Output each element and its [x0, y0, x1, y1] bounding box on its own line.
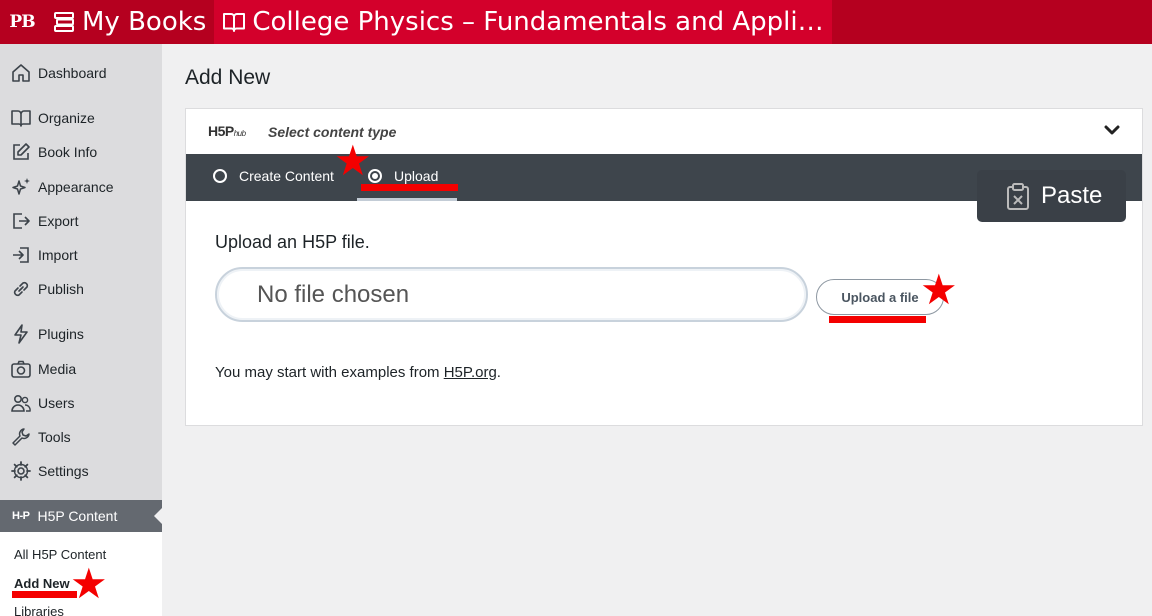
sidebar-item-h5p-content[interactable]: H-P H5P Content — [0, 500, 162, 532]
sidebar-item-label: H5P Content — [37, 508, 118, 524]
page-title: Add New — [185, 66, 271, 89]
tab-label: Upload — [394, 168, 439, 184]
pressbooks-logo[interactable]: PB — [0, 0, 44, 44]
active-tab-indicator — [357, 198, 457, 201]
edit-icon — [13, 143, 30, 160]
hub-header[interactable]: H5Phub Select content type — [186, 109, 1142, 154]
submenu-libraries[interactable]: Libraries — [14, 604, 64, 616]
clipboard-icon — [1007, 183, 1029, 210]
sidebar-item-label: Users — [38, 395, 75, 411]
link-icon — [13, 281, 29, 297]
sidebar-item-settings[interactable]: Settings — [10, 459, 89, 483]
paste-label: Paste — [1041, 182, 1103, 209]
my-books-link[interactable]: My Books — [44, 0, 214, 44]
sidebar-item-plugins[interactable]: Plugins — [10, 322, 84, 346]
import-icon — [13, 247, 29, 263]
h5p-hub-logo: H5Phub — [208, 123, 246, 139]
sidebar-item-label: Publish — [38, 281, 84, 297]
sidebar-item-label: Export — [38, 213, 79, 229]
sidebar-item-label: Plugins — [38, 326, 84, 342]
h5p-org-link[interactable]: H5P.org — [444, 364, 497, 381]
annotation-underline — [12, 591, 77, 598]
sidebar-item-label: Organize — [38, 110, 95, 126]
radio-icon — [213, 169, 227, 183]
sidebar-item-media[interactable]: Media — [10, 357, 76, 381]
sidebar-item-label: Settings — [38, 463, 89, 479]
sidebar-item-label: Dashboard — [38, 65, 107, 81]
h5p-hub-panel: H5Phub Select content type Create Conten… — [185, 108, 1143, 426]
open-book-icon — [223, 13, 246, 32]
h5p-hub-logo-sub: hub — [233, 129, 246, 138]
file-input[interactable]: No file chosen — [215, 267, 808, 322]
sidebar-item-appearance[interactable]: Appearance — [10, 175, 114, 199]
admin-bar: PB My Books College Physics – Fundamenta… — [0, 0, 1152, 44]
sidebar-item-publish[interactable]: Publish — [10, 277, 84, 301]
sparkle-icon — [12, 178, 30, 195]
hub-title: Select content type — [268, 124, 397, 140]
submenu-add-new[interactable]: Add New — [14, 576, 70, 591]
sidebar-item-book-info[interactable]: Book Info — [10, 140, 97, 164]
sidebar-item-dashboard[interactable]: Dashboard — [10, 61, 107, 85]
annotation-star-icon: ★ — [334, 136, 372, 185]
users-icon — [11, 394, 31, 412]
tab-create-content[interactable]: Create Content — [213, 168, 334, 184]
books-icon — [54, 12, 74, 32]
examples-suffix: . — [496, 364, 501, 381]
sidebar-item-import[interactable]: Import — [10, 243, 78, 267]
sidebar-item-label: Book Info — [38, 144, 98, 160]
sidebar-item-label: Media — [38, 361, 77, 377]
h5p-logo-icon: H-P — [12, 510, 30, 522]
tab-label: Create Content — [239, 168, 334, 184]
home-icon — [12, 64, 30, 82]
annotation-underline — [829, 316, 926, 323]
camera-icon — [11, 360, 31, 378]
gear-icon — [11, 461, 31, 481]
paste-button[interactable]: Paste — [977, 170, 1126, 222]
admin-sidebar: Dashboard Organize Book Info Appearance … — [0, 44, 162, 616]
sidebar-item-tools[interactable]: Tools — [10, 425, 71, 449]
chevron-down-icon[interactable] — [1104, 124, 1120, 136]
sidebar-item-organize[interactable]: Organize — [10, 106, 95, 130]
sidebar-item-label: Import — [38, 247, 78, 263]
wrench-icon — [12, 428, 30, 446]
annotation-star-icon: ★ — [920, 265, 958, 314]
sidebar-item-label: Tools — [38, 429, 71, 445]
book-icon — [11, 110, 31, 127]
examples-prefix: You may start with examples from — [215, 364, 444, 381]
my-books-label: My Books — [82, 7, 207, 37]
annotation-underline — [361, 184, 458, 191]
h5p-hub-logo-text: H5P — [208, 123, 234, 139]
book-title-label: College Physics – Fundamentals and Appli… — [252, 7, 824, 37]
annotation-star-icon: ★ — [70, 559, 108, 608]
examples-text: You may start with examples from H5P.org… — [215, 364, 501, 381]
sidebar-item-users[interactable]: Users — [10, 391, 75, 415]
book-title-link[interactable]: College Physics – Fundamentals and Appli… — [214, 0, 832, 44]
export-icon — [13, 213, 30, 229]
sidebar-item-label: Appearance — [38, 179, 114, 195]
bolt-icon — [14, 324, 28, 344]
sidebar-item-export[interactable]: Export — [10, 209, 78, 233]
upload-label: Upload an H5P file. — [215, 232, 370, 252]
tab-upload[interactable]: Upload — [368, 168, 438, 184]
